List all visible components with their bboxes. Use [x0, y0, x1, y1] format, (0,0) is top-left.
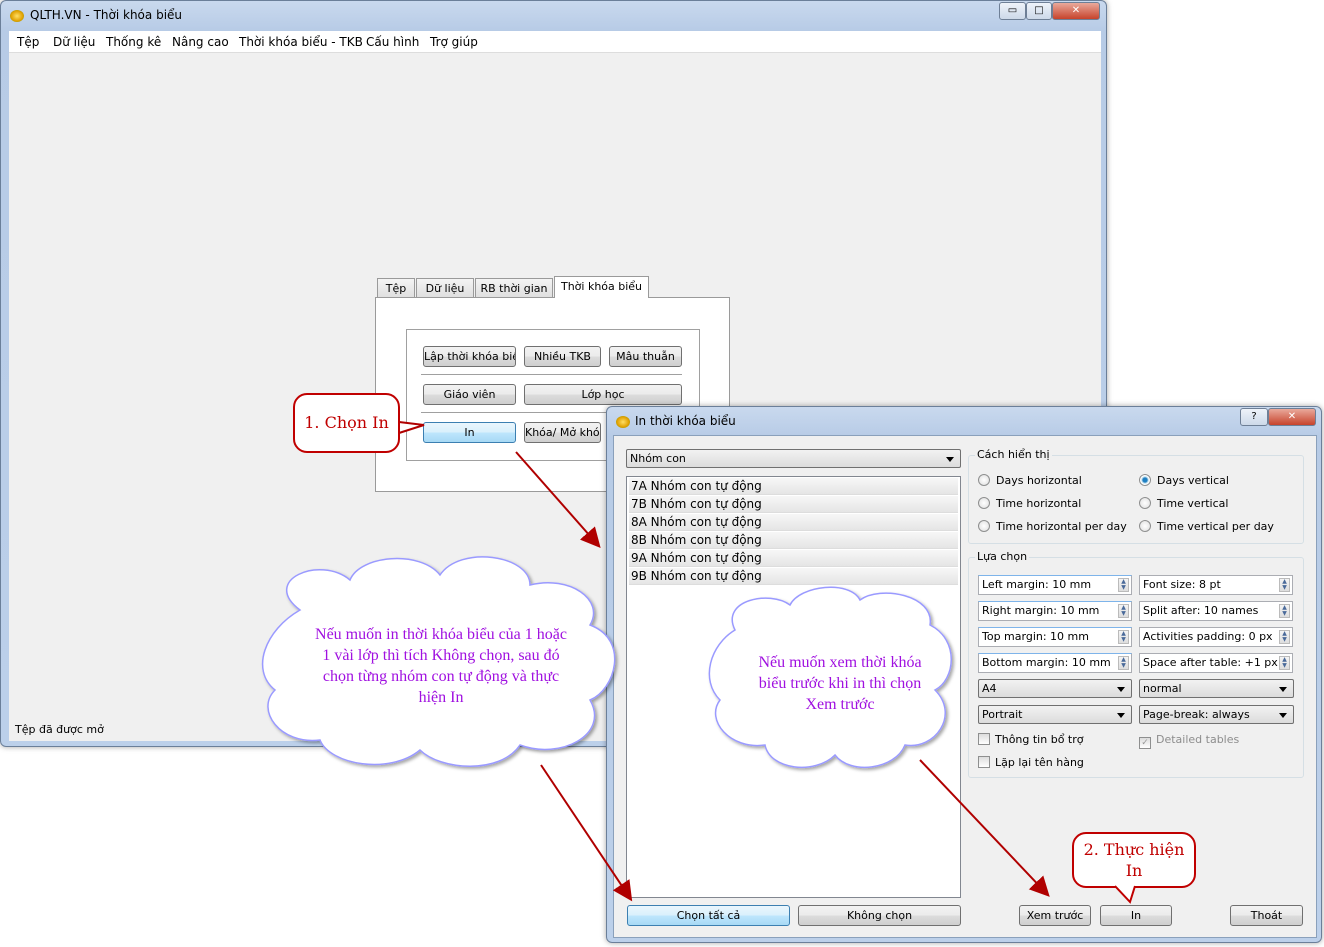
radio-icon [978, 520, 990, 532]
menu-cau-hinh[interactable]: Cấu hình [366, 35, 419, 49]
tab-thoi-khoa-bieu[interactable]: Thời khóa biểu [554, 276, 649, 298]
lap-tkb-button[interactable]: Lập thời khóa biểu [423, 346, 516, 367]
callout-thuc-hien-in: 2. Thực hiện In [1072, 832, 1196, 888]
cloud-note-1: Nếu muốn in thời khóa biểu của 1 hoặc 1 … [315, 626, 567, 706]
radio-days-horizontal[interactable]: Days horizontal [978, 474, 1082, 487]
radio-icon [1139, 497, 1151, 509]
nhieu-tkb-button[interactable]: Nhiều TKB [524, 346, 601, 367]
display-group-label: Cách hiển thị [975, 448, 1052, 461]
checkbox-icon [978, 756, 990, 768]
radio-time-horizontal[interactable]: Time horizontal [978, 497, 1081, 510]
select-none-button[interactable]: Không chọn [798, 905, 961, 926]
list-item[interactable]: 7B Nhóm con tự động [629, 496, 958, 513]
tab-du-lieu[interactable]: Dữ liệu [416, 278, 474, 298]
checkbox-icon [978, 733, 990, 745]
print-dialog: In thời khóa biểu ? ✕ Nhóm con 7A Nhóm c… [606, 406, 1322, 943]
khoa-mo-khoa-button[interactable]: Khóa/ Mở khóa [524, 422, 601, 443]
dialog-title: In thời khóa biểu [635, 414, 736, 428]
font-size-spin[interactable]: Font size: 8 pt ▲ ▼ [1139, 575, 1293, 595]
group-combo[interactable]: Nhóm con [626, 449, 961, 468]
spin-arrows-icon: ▲ ▼ [1118, 656, 1129, 670]
list-item[interactable]: 9B Nhóm con tự động [629, 568, 958, 585]
tab-rb-thoi-gian[interactable]: RB thời gian [475, 278, 553, 298]
print-button[interactable]: In [1100, 905, 1172, 926]
options-group: Lựa chọn Left margin: 10 mm ▲ ▼ Font size:… [968, 550, 1304, 778]
checkbox-checked-icon: ✓ [1139, 737, 1151, 749]
right-margin-spin[interactable]: Right margin: 10 mm ▲ ▼ [978, 601, 1132, 621]
spin-arrows-icon: ▲ ▼ [1118, 630, 1129, 644]
in-button[interactable]: In [423, 422, 516, 443]
radio-icon [978, 474, 990, 486]
dropdown-arrow-icon [1117, 687, 1125, 692]
list-item[interactable]: 8B Nhóm con tự động [629, 532, 958, 549]
minimize-button[interactable]: ▭ [999, 2, 1026, 20]
options-group-label: Lựa chọn [975, 550, 1030, 563]
dropdown-arrow-icon [1279, 687, 1287, 692]
style-combo[interactable]: normal [1139, 679, 1294, 698]
orientation-combo[interactable]: Portrait [978, 705, 1132, 724]
menu-thong-ke[interactable]: Thống kê [106, 35, 161, 49]
radio-selected-icon [1139, 474, 1151, 486]
dropdown-arrow-icon [946, 457, 954, 462]
display-group: Cách hiển thị Days horizontal Days verti… [968, 448, 1304, 544]
dropdown-arrow-icon [1117, 713, 1125, 718]
left-margin-spin[interactable]: Left margin: 10 mm ▲ ▼ [978, 575, 1132, 595]
radio-days-vertical[interactable]: Days vertical [1139, 474, 1229, 487]
bottom-margin-spin[interactable]: Bottom margin: 10 mm ▲ ▼ [978, 653, 1132, 673]
maximize-button[interactable]: □ [1026, 2, 1052, 20]
callout-chon-in: 1. Chọn In [293, 393, 400, 453]
spin-arrows-icon: ▲ ▼ [1279, 604, 1290, 618]
close-button[interactable]: ✕ [1052, 2, 1100, 20]
mau-thuan-button[interactable]: Mâu thuẫn [609, 346, 682, 367]
lap-lai-checkbox[interactable]: Lặp lại tên hàng [978, 756, 1084, 769]
help-button[interactable]: ? [1240, 408, 1268, 426]
menu-tro-giup[interactable]: Trợ giúp [430, 35, 478, 49]
menu-tep[interactable]: Tệp [17, 35, 39, 49]
detailed-tables-checkbox[interactable]: ✓ Detailed tables [1139, 733, 1239, 749]
spin-arrows-icon: ▲ ▼ [1279, 656, 1290, 670]
top-margin-spin[interactable]: Top margin: 10 mm ▲ ▼ [978, 627, 1132, 647]
radio-time-horizontal-per-day[interactable]: Time horizontal per day [978, 520, 1127, 533]
tab-tep[interactable]: Tệp [377, 278, 415, 298]
spin-arrows-icon: ▲ ▼ [1118, 604, 1129, 618]
radio-icon [1139, 520, 1151, 532]
dialog-body: Nhóm con 7A Nhóm con tự động 7B Nhóm con… [613, 435, 1317, 938]
dialog-close-button[interactable]: ✕ [1268, 408, 1316, 426]
list-item[interactable]: 9A Nhóm con tự động [629, 550, 958, 567]
exit-button[interactable]: Thoát [1230, 905, 1303, 926]
menu-tkb[interactable]: Thời khóa biểu - TKB [239, 35, 363, 49]
split-after-spin[interactable]: Split after: 10 names ▲ ▼ [1139, 601, 1293, 621]
menu-du-lieu[interactable]: Dữ liệu [53, 35, 95, 49]
list-item[interactable]: 8A Nhóm con tự động [629, 514, 958, 531]
page-break-combo[interactable]: Page-break: always [1139, 705, 1294, 724]
space-after-table-spin[interactable]: Space after table: +1 px ▲ ▼ [1139, 653, 1293, 673]
thong-tin-checkbox[interactable]: Thông tin bổ trợ [978, 733, 1083, 746]
menu-nang-cao[interactable]: Nâng cao [172, 35, 229, 49]
menu-bar: Tệp Dữ liệu Thống kê Nâng cao Thời khóa … [9, 31, 1101, 53]
radio-time-vertical[interactable]: Time vertical [1139, 497, 1228, 510]
app-icon [10, 10, 24, 22]
paper-size-combo[interactable]: A4 [978, 679, 1132, 698]
status-text: Tệp đã được mở [15, 723, 104, 736]
window-title: QLTH.VN - Thời khóa biểu [30, 8, 183, 22]
spin-arrows-icon: ▲ ▼ [1279, 630, 1290, 644]
dropdown-arrow-icon [1279, 713, 1287, 718]
activities-padding-spin[interactable]: Activities padding: 0 px ▲ ▼ [1139, 627, 1293, 647]
group-combo-value: Nhóm con [630, 452, 686, 465]
separator [421, 374, 682, 375]
spin-arrows-icon: ▲ ▼ [1118, 578, 1129, 592]
cloud-note-2: Nếu muốn xem thời khóa biểu trước khi in… [758, 654, 922, 713]
radio-time-vertical-per-day[interactable]: Time vertical per day [1139, 520, 1274, 533]
radio-icon [978, 497, 990, 509]
giao-vien-button[interactable]: Giáo viên [423, 384, 516, 405]
preview-button[interactable]: Xem trước [1019, 905, 1091, 926]
dialog-icon [616, 416, 630, 428]
list-item[interactable]: 7A Nhóm con tự động [629, 478, 958, 495]
lop-hoc-button[interactable]: Lớp học [524, 384, 682, 405]
select-all-button[interactable]: Chọn tất cả [627, 905, 790, 926]
spin-arrows-icon: ▲ ▼ [1279, 578, 1290, 592]
